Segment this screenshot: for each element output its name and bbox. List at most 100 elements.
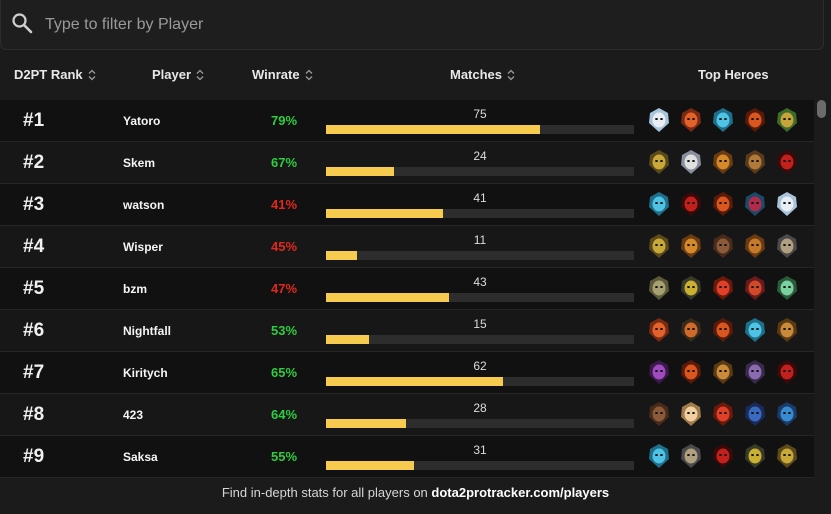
table-row[interactable]: #8 423 64% 28: [0, 394, 814, 436]
sort-by-matches-header[interactable]: Matches: [450, 67, 515, 82]
table-row[interactable]: #5 bzm 47% 43: [0, 268, 814, 310]
matches-count: 28: [473, 401, 487, 415]
bristleback-icon[interactable]: [743, 149, 767, 175]
ember-spirit-icon[interactable]: [679, 359, 703, 385]
matches-bar-fill: [326, 209, 443, 218]
naga-siren-icon[interactable]: [743, 191, 767, 217]
ember-spirit-icon[interactable]: [711, 191, 735, 217]
tiny-icon[interactable]: [647, 275, 671, 301]
slark-icon[interactable]: [775, 401, 799, 427]
matches-bar-fill: [326, 293, 449, 302]
scrollbar-thumb[interactable]: [817, 100, 826, 118]
sniper-icon[interactable]: [743, 443, 767, 469]
morphling-icon[interactable]: [711, 107, 735, 133]
drow-ranger-icon[interactable]: [647, 107, 671, 133]
monkey-king-icon[interactable]: [775, 443, 799, 469]
player-name-link[interactable]: 423: [123, 408, 143, 422]
rank-column-label: D2PT Rank: [14, 67, 83, 82]
sort-icon: [507, 69, 515, 80]
matches-count: 31: [473, 443, 487, 457]
morphling-icon[interactable]: [743, 317, 767, 343]
troll-warlord-icon[interactable]: [775, 233, 799, 259]
faceless-void-icon[interactable]: [647, 359, 671, 385]
terrorblade-icon[interactable]: [711, 443, 735, 469]
top-heroes-list: [647, 401, 807, 427]
matches-bar: [326, 251, 634, 260]
matches-count: 62: [473, 359, 487, 373]
player-column-label: Player: [152, 67, 192, 82]
winrate-cell: 47%: [271, 281, 298, 296]
player-name-link[interactable]: Yatoro: [123, 114, 160, 128]
juggernaut-icon[interactable]: [679, 233, 703, 259]
huskar-icon[interactable]: [711, 275, 735, 301]
heroes-column-label: Top Heroes: [698, 67, 769, 82]
terrorblade-icon[interactable]: [679, 191, 703, 217]
huskar-icon[interactable]: [711, 401, 735, 427]
drow-ranger-icon[interactable]: [775, 191, 799, 217]
top-heroes-list: [647, 317, 807, 343]
lina-icon[interactable]: [647, 317, 671, 343]
table-row[interactable]: #6 Nightfall 53% 15: [0, 310, 814, 352]
matches-bar-fill: [326, 335, 369, 344]
table-row[interactable]: #2 Skem 67% 24: [0, 142, 814, 184]
lifestealer-icon[interactable]: [647, 401, 671, 427]
troll-warlord-icon[interactable]: [679, 443, 703, 469]
rank-cell: #1: [23, 110, 45, 131]
player-filter-input[interactable]: [43, 10, 807, 40]
brewmaster-icon[interactable]: [775, 317, 799, 343]
tinker-icon[interactable]: [743, 359, 767, 385]
ursa-icon[interactable]: [679, 317, 703, 343]
players-link[interactable]: dota2protracker.com/players: [431, 485, 609, 500]
slardar-icon[interactable]: [743, 401, 767, 427]
top-heroes-list: [647, 359, 807, 385]
winrate-cell: 53%: [271, 323, 298, 338]
terrorblade-icon[interactable]: [775, 149, 799, 175]
legion-commander-icon[interactable]: [743, 275, 767, 301]
lifestealer-icon[interactable]: [711, 233, 735, 259]
morphling-icon[interactable]: [647, 443, 671, 469]
player-name-link[interactable]: Wisper: [123, 240, 163, 254]
sort-icon: [196, 69, 204, 80]
zeus-icon[interactable]: [679, 149, 703, 175]
sniper-icon[interactable]: [679, 275, 703, 301]
table-row[interactable]: #9 Saksa 55% 31: [0, 436, 814, 478]
matches-bar: [326, 125, 634, 134]
ember-spirit-icon[interactable]: [711, 317, 735, 343]
player-name-link[interactable]: Saksa: [123, 450, 158, 464]
player-name-link[interactable]: watson: [123, 198, 164, 212]
matches-bar: [326, 335, 634, 344]
table-row[interactable]: #7 Kiritych 65% 62: [0, 352, 814, 394]
juggernaut-icon[interactable]: [711, 149, 735, 175]
search-icon: [12, 13, 33, 34]
winrate-cell: 65%: [271, 365, 298, 380]
monkey-king-icon[interactable]: [647, 233, 671, 259]
player-name-link[interactable]: bzm: [123, 282, 147, 296]
ember-spirit-icon[interactable]: [743, 107, 767, 133]
terrorblade-icon[interactable]: [775, 359, 799, 385]
table-row[interactable]: #3 watson 41% 41: [0, 184, 814, 226]
sort-by-player-header[interactable]: Player: [152, 67, 204, 82]
invoker-icon[interactable]: [679, 401, 703, 427]
table-row[interactable]: #1 Yatoro 79% 75: [0, 100, 814, 142]
scrollbar[interactable]: [814, 100, 831, 478]
brewmaster-icon[interactable]: [711, 359, 735, 385]
winrate-cell: 45%: [271, 239, 298, 254]
sort-by-rank-header[interactable]: D2PT Rank: [14, 67, 96, 82]
top-heroes-list: [647, 233, 807, 259]
sort-by-winrate-header[interactable]: Winrate: [252, 67, 313, 82]
player-name-link[interactable]: Skem: [123, 156, 155, 170]
rank-cell: #5: [23, 278, 45, 299]
matches-bar: [326, 461, 634, 470]
rank-cell: #3: [23, 194, 45, 215]
footer: Find in-depth stats for all players on d…: [0, 478, 831, 514]
winrate-cell: 67%: [271, 155, 298, 170]
table-row[interactable]: #4 Wisper 45% 11: [0, 226, 814, 268]
player-name-link[interactable]: Nightfall: [123, 324, 171, 338]
player-name-link[interactable]: Kiritych: [123, 366, 168, 380]
kunkka-icon[interactable]: [743, 233, 767, 259]
lina-icon[interactable]: [679, 107, 703, 133]
morphling-icon[interactable]: [647, 191, 671, 217]
medusa-icon[interactable]: [775, 107, 799, 133]
monkey-king-icon[interactable]: [647, 149, 671, 175]
venomancer-icon[interactable]: [775, 275, 799, 301]
